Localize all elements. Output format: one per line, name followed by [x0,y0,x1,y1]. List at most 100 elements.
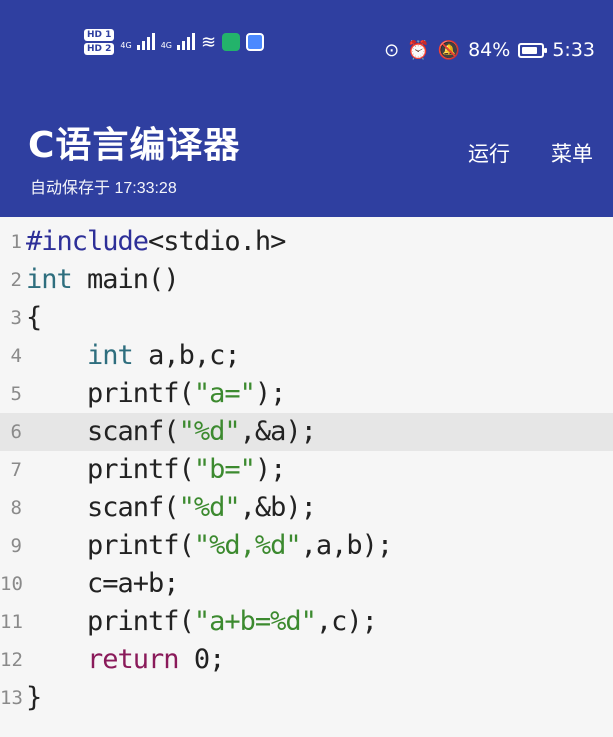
line-number: 9 [10,535,22,557]
code-text: { [26,302,42,333]
signal-bars-icon [136,33,155,50]
line-number: 11 [0,611,23,633]
code-token: ,&a); [239,416,317,447]
code-token: int [26,264,73,295]
hd-badges: HD 1 HD 2 [84,29,115,55]
app-root: HD 1 HD 2 4G 4G ≋ ⊙ ⏰ 🔕 84% 5:33 C语言编译器 … [0,0,613,737]
code-line[interactable]: 8 scanf("%d",&b); [0,489,613,527]
code-token: "a=" [193,378,256,409]
code-line[interactable]: 5 printf("a="); [0,375,613,413]
code-token: } [26,682,42,713]
network-1-label: 4G [120,41,132,50]
code-line[interactable]: 1 #include<stdio.h> [0,223,613,261]
code-token: int [87,340,134,371]
eye-icon: ⊙ [384,39,400,61]
menu-button[interactable]: 菜单 [551,138,593,168]
app-notification-icon [222,33,241,51]
code-token: 0; [178,644,226,675]
code-token: scanf( [26,492,180,523]
header: HD 1 HD 2 4G 4G ≋ ⊙ ⏰ 🔕 84% 5:33 C语言编译器 … [0,0,613,217]
network-2-label: 4G [160,41,172,50]
code-token: c=a+b; [26,568,180,599]
code-token: printf( [26,378,195,409]
code-line[interactable]: 4 int a,b,c; [0,337,613,375]
hd2-badge: HD 2 [84,43,115,55]
battery-fill [522,46,538,54]
code-token: #include [26,226,149,257]
alarm-icon: ⏰ [407,39,430,61]
code-token: ,a,b); [300,530,394,561]
code-text: #include<stdio.h> [26,226,286,257]
code-line[interactable]: 13} [0,679,613,717]
wifi-icon: ≋ [201,31,217,53]
code-line[interactable]: 10 c=a+b; [0,565,613,603]
signal-2: 4G [160,33,195,50]
autosave-subtitle: 自动保存于 17:33:28 [30,180,177,197]
code-token: scanf( [26,416,180,447]
line-number: 4 [10,345,22,367]
code-line[interactable]: 9 printf("%d,%d",a,b); [0,527,613,565]
code-line[interactable]: 11 printf("a+b=%d",c); [0,603,613,641]
code-token: "%d" [178,492,241,523]
mute-icon: 🔕 [437,39,461,61]
code-token: <stdio.h> [148,226,286,257]
line-number: 8 [10,497,22,519]
code-token: printf( [26,530,195,561]
code-text: printf("a+b=%d",c); [26,606,378,637]
code-token: main() [71,264,180,295]
status-right: ⊙ ⏰ 🔕 84% 5:33 [384,39,595,61]
line-number: 7 [10,459,22,481]
status-bar: HD 1 HD 2 4G 4G ≋ ⊙ ⏰ 🔕 84% 5:33 [0,24,613,80]
music-app-icon [246,33,265,51]
code-token: return [87,644,180,675]
line-number: 1 [10,231,22,253]
line-number: 6 [10,421,22,443]
code-line[interactable]: 3{ [0,299,613,337]
hd1-badge: HD 1 [84,29,115,41]
app-bar: C语言编译器 自动保存于 17:33:28 运行 菜单 [0,100,613,217]
battery-icon [518,42,548,58]
line-number: 5 [10,383,22,405]
app-title: C语言编译器 [28,125,241,166]
code-text: scanf("%d",&a); [26,416,317,447]
code-token: ,&b); [239,492,317,523]
code-token: a,b,c; [132,340,241,371]
code-text: printf("b="); [26,454,287,485]
code-text: printf("a="); [26,378,287,409]
code-text: printf("%d,%d",a,b); [26,530,394,561]
code-text: int main() [26,264,180,295]
code-line[interactable]: 6 scanf("%d",&a); [0,413,613,451]
line-number: 10 [0,573,23,595]
line-number: 2 [10,269,22,291]
code-token: "a+b=%d" [193,606,317,637]
code-text: return 0; [26,644,226,675]
run-button[interactable]: 运行 [468,138,510,168]
code-token: printf( [26,454,195,485]
code-token: ,c); [315,606,378,637]
code-text: int a,b,c; [26,340,241,371]
code-token: ); [254,454,287,485]
line-number: 12 [0,649,23,671]
code-token: { [26,302,42,333]
code-line[interactable]: 7 printf("b="); [0,451,613,489]
code-line[interactable]: 12 return 0; [0,641,613,679]
clock: 5:33 [552,39,595,61]
code-token: ); [254,378,287,409]
code-text: } [26,682,42,713]
signal-1: 4G [120,33,155,50]
code-line[interactable]: 2 int main() [0,261,613,299]
signal-bars-icon [177,33,195,50]
code-token: printf( [26,606,195,637]
code-text: c=a+b; [26,568,180,599]
line-number: 13 [0,687,23,709]
code-text: scanf("%d",&b); [26,492,317,523]
line-number: 3 [10,307,22,329]
battery-percent: 84% [468,39,511,61]
code-token: "%d" [178,416,241,447]
code-token: "b=" [193,454,256,485]
code-token: "%d,%d" [193,530,302,561]
code-editor[interactable]: 1 #include<stdio.h> 2 int main() 3{4 int a,b… [0,217,613,737]
status-left: HD 1 HD 2 4G 4G ≋ [84,29,265,55]
